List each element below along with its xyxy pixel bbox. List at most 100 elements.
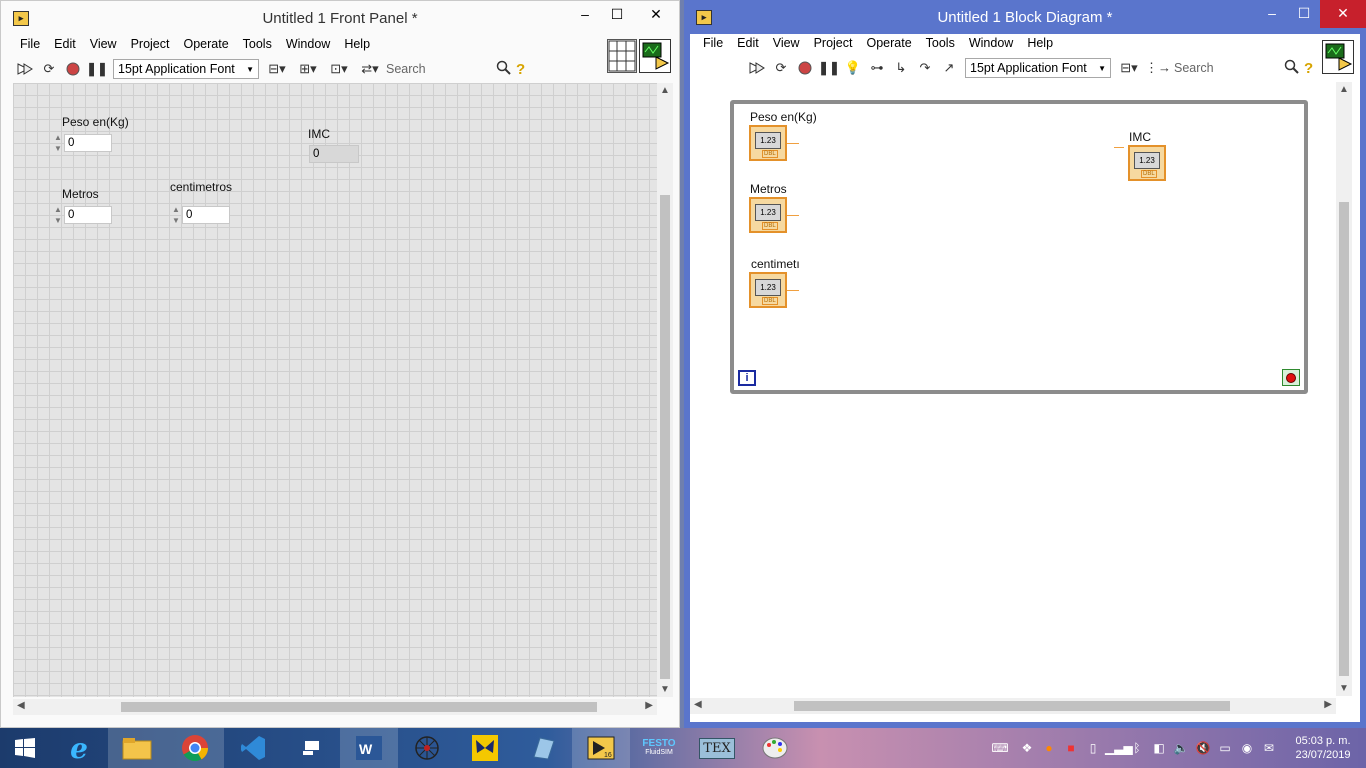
centimetros-value-field[interactable]: 0 <box>182 206 230 224</box>
menu-view[interactable]: View <box>83 35 124 55</box>
block-diagram-canvas[interactable]: Peso en(Kg) 1.23 DBL Metros 1.23 DBL cen… <box>690 82 1336 696</box>
maximize-button[interactable]: ☐ <box>601 1 633 29</box>
connector-pane-icon[interactable] <box>607 39 637 73</box>
scroll-thumb[interactable] <box>660 195 670 679</box>
start-icon[interactable] <box>0 728 50 768</box>
font-ring-dropdown[interactable]: 15pt Application Font ▼ <box>113 59 259 79</box>
align-objects-icon[interactable]: ⊟▾ <box>266 59 288 79</box>
retain-wire-values-icon[interactable]: ⊶ <box>866 58 888 78</box>
centimetros-numeric-control[interactable]: ▲ ▼ 0 <box>171 205 230 225</box>
internet-explorer-icon[interactable]: e <box>50 728 108 768</box>
minimize-button[interactable]: – <box>1256 0 1288 28</box>
horizontal-scrollbar[interactable]: ◀ ▶ <box>13 699 657 715</box>
run-arrow-icon[interactable] <box>14 59 36 79</box>
menu-view[interactable]: View <box>766 34 807 54</box>
solidworks-icon[interactable]: ■ <box>1061 738 1081 758</box>
metros-terminal[interactable]: 1.23 DBL <box>749 197 787 233</box>
increment-decrement-icon[interactable]: ▲ ▼ <box>171 205 181 225</box>
peso-terminal[interactable]: 1.23 DBL <box>749 125 787 161</box>
spider-icon[interactable] <box>398 728 456 768</box>
run-arrow-icon[interactable] <box>746 58 768 78</box>
block-diagram-window[interactable]: ▸ Untitled 1 Block Diagram * – ☐ ✕ File … <box>684 0 1366 728</box>
speaker-icon[interactable]: 🔈 <box>1171 738 1191 758</box>
maximize-button[interactable]: ☐ <box>1288 0 1320 28</box>
horizontal-scrollbar[interactable]: ◀ ▶ <box>690 698 1336 714</box>
context-help-icon[interactable]: ? <box>1304 60 1313 77</box>
menu-project[interactable]: Project <box>124 35 177 55</box>
display-icon[interactable]: ▭ <box>1215 738 1235 758</box>
increment-decrement-icon[interactable]: ▲ ▼ <box>53 205 63 225</box>
search-input[interactable]: Search <box>386 59 512 79</box>
align-objects-icon[interactable]: ⊟▾ <box>1118 58 1140 78</box>
keyboard-icon[interactable]: ⌨ <box>985 738 1015 758</box>
scroll-thumb[interactable] <box>794 701 1230 711</box>
minimize-button[interactable]: – <box>569 1 601 29</box>
step-over-icon[interactable]: ↷ <box>914 58 936 78</box>
highlight-execution-icon[interactable]: 💡 <box>842 58 864 78</box>
scroll-right-icon[interactable]: ▶ <box>645 700 653 711</box>
search-icon[interactable] <box>1284 59 1300 78</box>
menu-file[interactable]: File <box>13 35 47 55</box>
avast-icon[interactable]: ● <box>1039 738 1059 758</box>
tex-icon[interactable]: TEX <box>688 728 746 768</box>
festo-fluidsim-icon[interactable]: FESTO FluidSIM <box>630 728 688 768</box>
word-icon[interactable]: W <box>340 728 398 768</box>
usb-device-icon[interactable]: ▯ <box>1083 738 1103 758</box>
file-explorer-icon[interactable] <box>108 728 166 768</box>
reorder-icon[interactable]: ⇄▾ <box>359 59 381 79</box>
menu-help[interactable]: Help <box>1020 34 1060 54</box>
vi-icon[interactable] <box>1322 40 1354 74</box>
menu-file[interactable]: File <box>696 34 730 54</box>
scroll-left-icon[interactable]: ◀ <box>694 699 702 710</box>
scroll-down-icon[interactable]: ▼ <box>660 684 670 695</box>
network-icon[interactable]: ▁▃▅ <box>1105 738 1133 758</box>
peso-numeric-control[interactable]: ▲ ▼ 0 <box>53 133 112 153</box>
close-button[interactable]: ✕ <box>1320 0 1366 28</box>
system-clock[interactable]: 05:03 p. m. 23/07/2019 <box>1280 734 1366 762</box>
scroll-down-icon[interactable]: ▼ <box>1339 683 1349 694</box>
abort-execution-icon[interactable] <box>794 58 816 78</box>
menu-window[interactable]: Window <box>962 34 1020 54</box>
centimetros-terminal[interactable]: 1.23 DBL <box>749 272 787 308</box>
search-icon[interactable] <box>496 60 512 79</box>
menu-tools[interactable]: Tools <box>236 35 279 55</box>
scroll-thumb[interactable] <box>1339 202 1349 676</box>
tray-app-icon[interactable]: ◧ <box>1149 738 1169 758</box>
scroll-thumb[interactable] <box>121 702 597 712</box>
scroll-left-icon[interactable]: ◀ <box>17 700 25 711</box>
paint-icon[interactable] <box>746 728 804 768</box>
camera-icon[interactable]: ◉ <box>1237 738 1257 758</box>
dropbox-icon[interactable]: ❖ <box>1017 738 1037 758</box>
scroll-up-icon[interactable]: ▲ <box>1339 84 1349 95</box>
context-help-icon[interactable]: ? <box>516 61 525 78</box>
loop-condition-stop-terminal[interactable] <box>1282 369 1300 386</box>
imc-indicator-terminal[interactable]: 1.23 DBL <box>1128 145 1166 181</box>
scroll-up-icon[interactable]: ▲ <box>660 85 670 96</box>
resize-objects-icon[interactable]: ⊡▾ <box>328 59 350 79</box>
vi-icon[interactable] <box>639 39 671 73</box>
front-panel-titlebar[interactable]: ▸ Untitled 1 Front Panel * – ☐ ✕ <box>1 1 679 35</box>
menu-operate[interactable]: Operate <box>176 35 235 55</box>
metros-value-field[interactable]: 0 <box>64 206 112 224</box>
menu-operate[interactable]: Operate <box>859 34 918 54</box>
metros-numeric-control[interactable]: ▲ ▼ 0 <box>53 205 112 225</box>
vertical-scrollbar[interactable]: ▲ ▼ <box>1336 82 1352 696</box>
clean-up-diagram-icon[interactable]: ⋮→ <box>1145 58 1171 78</box>
run-continuously-icon[interactable]: ⟳ <box>38 59 60 79</box>
pause-icon[interactable]: ❚❚ <box>818 58 840 78</box>
front-panel-window[interactable]: ▸ Untitled 1 Front Panel * – ☐ ✕ File Ed… <box>0 0 680 728</box>
increment-decrement-icon[interactable]: ▲ ▼ <box>53 133 63 153</box>
butterfly-app-icon[interactable] <box>456 728 514 768</box>
distribute-objects-icon[interactable]: ⊞▾ <box>297 59 319 79</box>
menu-edit[interactable]: Edit <box>47 35 83 55</box>
menu-edit[interactable]: Edit <box>730 34 766 54</box>
iteration-terminal[interactable]: i <box>738 370 756 386</box>
chrome-icon[interactable] <box>166 728 224 768</box>
menu-help[interactable]: Help <box>337 35 377 55</box>
run-continuously-icon[interactable]: ⟳ <box>770 58 792 78</box>
menu-tools[interactable]: Tools <box>919 34 962 54</box>
block-diagram-titlebar[interactable]: ▸ Untitled 1 Block Diagram * – ☐ ✕ <box>684 0 1366 34</box>
bluetooth-icon[interactable]: ᛒ <box>1127 738 1147 758</box>
menu-project[interactable]: Project <box>807 34 860 54</box>
pause-icon[interactable]: ❚❚ <box>86 59 108 79</box>
